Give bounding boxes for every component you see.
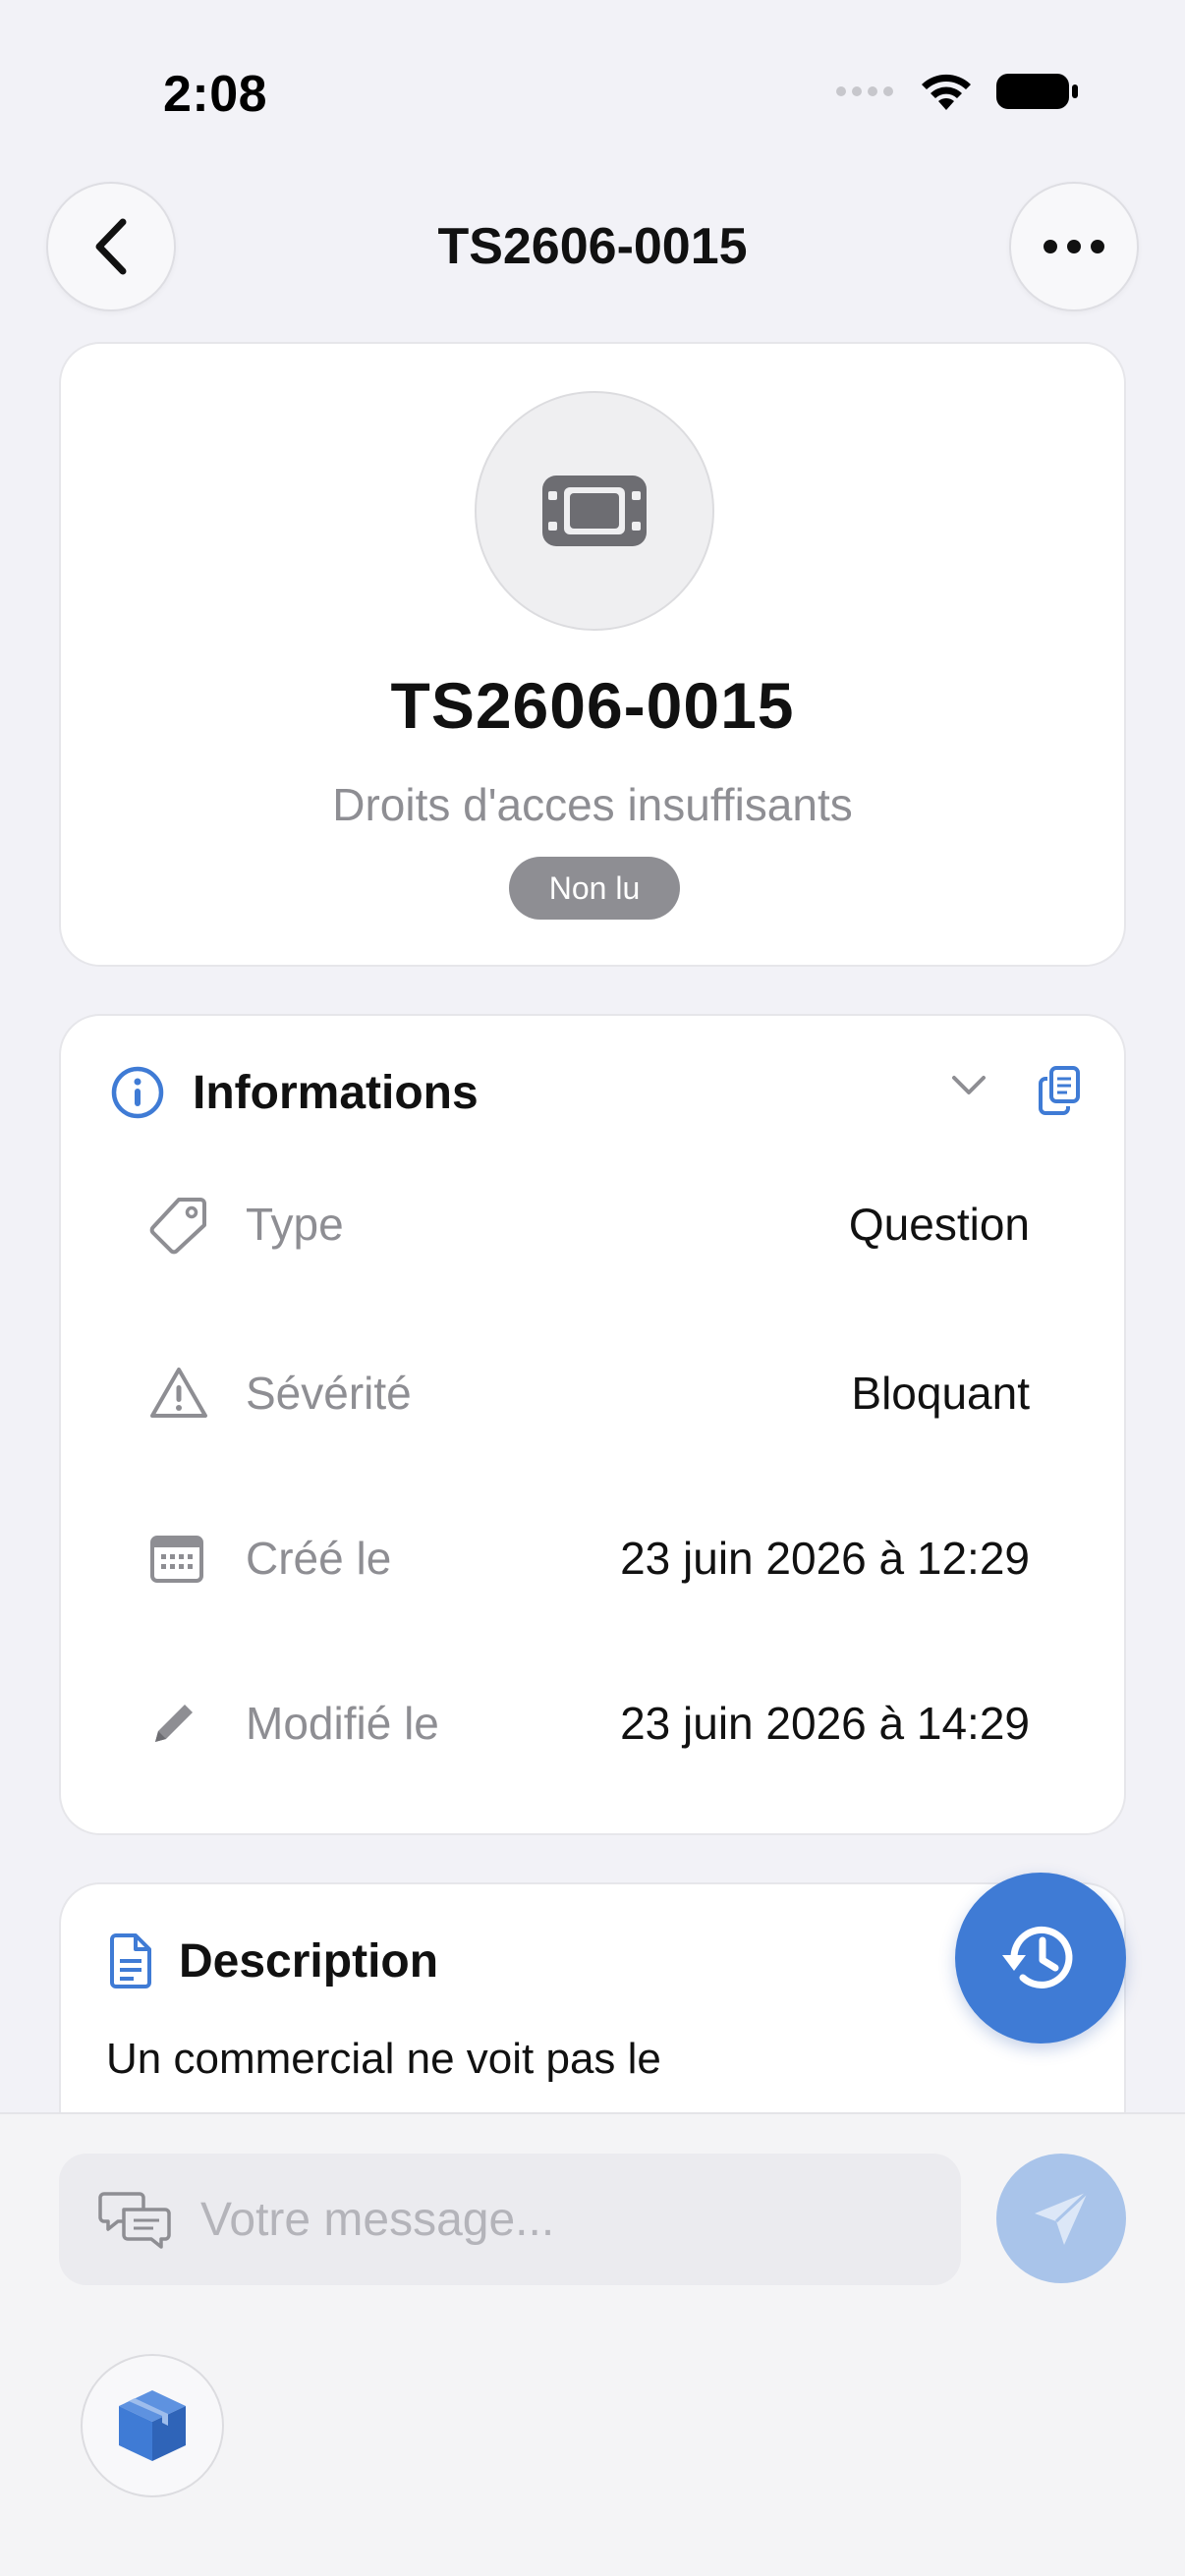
copy-icon[interactable] <box>1038 1065 1081 1116</box>
info-value: 23 juin 2026 à 12:29 <box>620 1533 1030 1584</box>
signal-icon <box>836 86 893 96</box>
history-button[interactable] <box>955 1873 1126 2044</box>
chat-bubbles-icon <box>98 2192 171 2249</box>
module-button[interactable] <box>81 2354 224 2497</box>
wifi-icon <box>922 74 971 110</box>
more-horizontal-icon <box>1044 240 1104 253</box>
document-icon <box>110 1933 151 1988</box>
informations-header[interactable]: Informations <box>110 1065 479 1120</box>
info-label: Type <box>246 1199 344 1250</box>
info-label: Modifié le <box>246 1698 439 1749</box>
send-button[interactable] <box>996 2154 1126 2283</box>
chevron-down-icon[interactable] <box>951 1075 987 1096</box>
informations-title: Informations <box>193 1066 479 1119</box>
calendar-icon <box>150 1536 203 1583</box>
message-placeholder: Votre message... <box>200 2193 555 2246</box>
message-composer: Votre message... <box>0 2112 1185 2576</box>
info-row-severity: Sévérité Bloquant <box>149 1344 1030 1442</box>
ticket-avatar <box>475 391 714 631</box>
description-header: Description <box>108 1933 438 1988</box>
info-value: 23 juin 2026 à 14:29 <box>620 1698 1030 1749</box>
tag-icon <box>149 1198 206 1255</box>
status-bar: 2:08 <box>0 0 1185 147</box>
warning-icon <box>150 1368 207 1418</box>
message-input[interactable]: Votre message... <box>59 2154 961 2285</box>
history-icon <box>1002 1926 1073 1988</box>
ticket-header-card: TS2606-0015 Droits d'acces insuffisants … <box>59 342 1126 967</box>
status-icons <box>835 71 1079 112</box>
info-row-type: Type Question <box>149 1175 1030 1273</box>
info-label: Créé le <box>246 1533 392 1584</box>
info-value: Question <box>848 1199 1030 1250</box>
info-label: Sévérité <box>246 1368 412 1419</box>
more-options-button[interactable] <box>1009 182 1139 311</box>
ticket-subtitle: Droits d'acces insuffisants <box>332 779 853 830</box>
info-value: Bloquant <box>851 1368 1030 1419</box>
cube-icon <box>119 2390 186 2461</box>
ticket-title: TS2606-0015 <box>390 669 795 742</box>
status-time: 2:08 <box>163 66 268 123</box>
info-row-modified: Modifié le 23 juin 2026 à 14:29 <box>149 1674 1030 1772</box>
pencil-icon <box>155 1705 193 1742</box>
send-icon <box>1035 2190 1090 2245</box>
info-icon <box>111 1066 164 1119</box>
nav-bar: TS2606-0015 <box>0 182 1185 314</box>
info-row-created: Créé le 23 juin 2026 à 12:29 <box>149 1509 1030 1607</box>
ticket-icon <box>542 476 647 546</box>
page-title: TS2606-0015 <box>437 218 748 275</box>
description-title: Description <box>179 1934 439 1988</box>
informations-card: Informations Type Question Sévérité Bloq… <box>59 1014 1126 1835</box>
battery-icon <box>996 74 1078 109</box>
status-badge: Non lu <box>509 857 680 920</box>
description-text: Un commercial ne voit pas le <box>106 2035 661 2083</box>
